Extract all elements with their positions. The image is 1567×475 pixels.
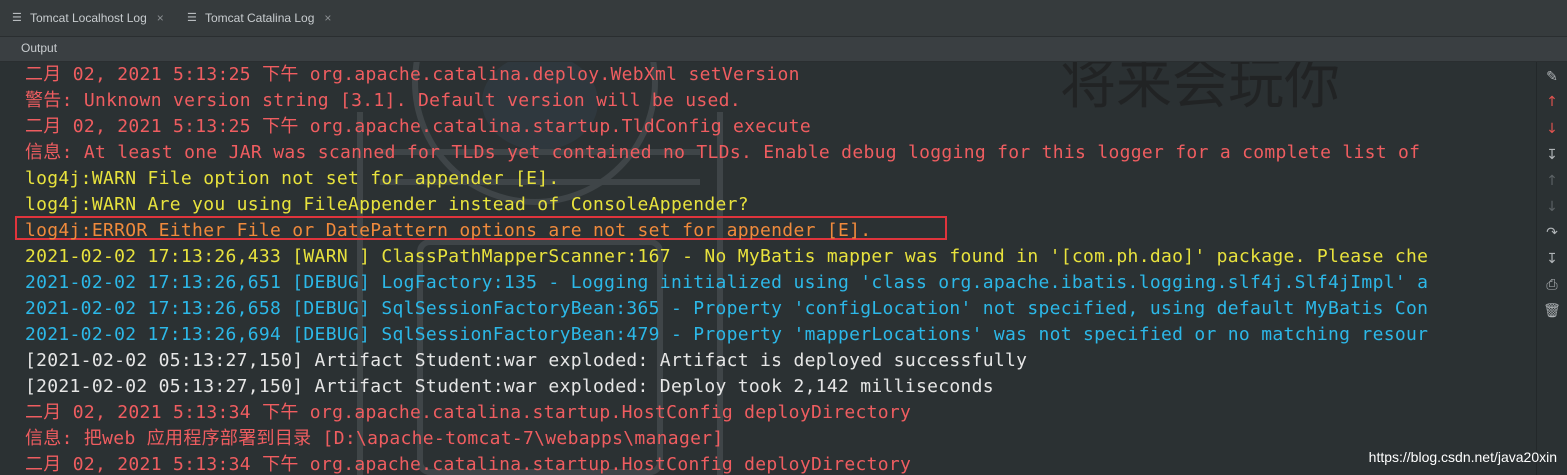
- log-line: 二月 02, 2021 5:13:34 下午 org.apache.catali…: [25, 402, 912, 423]
- down-stack-icon[interactable]: ↓: [1543, 198, 1561, 216]
- clear-all-icon[interactable]: ✎: [1543, 68, 1561, 86]
- scroll-to-end-icon[interactable]: ↧: [1543, 146, 1561, 164]
- watermark: https://blog.csdn.net/java20xin: [1368, 449, 1557, 465]
- soft-wrap-icon[interactable]: ↷: [1543, 224, 1561, 242]
- log-line: [2021-02-02 05:13:27,150] Artifact Stude…: [25, 376, 994, 397]
- tab-bar: ☰ Tomcat Localhost Log × ☰ Tomcat Catali…: [0, 0, 1567, 37]
- log-line: [2021-02-02 05:13:27,150] Artifact Stude…: [25, 350, 1028, 371]
- log-line: 信息: At least one JAR was scanned for TLD…: [25, 142, 1421, 163]
- tab-label: Tomcat Catalina Log: [205, 11, 315, 25]
- log-line: 2021-02-02 17:13:26,651 [DEBUG] LogFacto…: [25, 272, 1429, 293]
- log-line: 警告: Unknown version string [3.1]. Defaul…: [25, 90, 741, 111]
- console-output[interactable]: 将来会玩你 二月 02, 2021 5:13:25 下午 org.apache.…: [0, 62, 1536, 475]
- tab-label: Tomcat Localhost Log: [30, 11, 147, 25]
- output-header: Output: [0, 37, 1567, 62]
- close-icon[interactable]: ×: [324, 11, 331, 25]
- log-line: 二月 02, 2021 5:13:25 下午 org.apache.catali…: [25, 64, 800, 85]
- output-label: Output: [21, 41, 58, 55]
- background-art-text: 将来会玩你: [1060, 62, 1340, 117]
- log-line: 二月 02, 2021 5:13:34 下午 org.apache.catali…: [25, 454, 912, 475]
- log-line: log4j:WARN File option not set for appen…: [25, 168, 560, 189]
- log-line: 2021-02-02 17:13:26,694 [DEBUG] SqlSessi…: [25, 324, 1429, 345]
- console-toolbar: ✎ ↑ ↓ ↧ ↑ ↓ ↷ ↧ ⎙ 🗑: [1536, 62, 1567, 475]
- log-line: log4j:ERROR Either File or DatePattern o…: [25, 220, 872, 241]
- log-tab-icon: ☰: [187, 12, 197, 24]
- log-line: 二月 02, 2021 5:13:25 下午 org.apache.catali…: [25, 116, 811, 137]
- tab-tomcat-localhost-log[interactable]: ☰ Tomcat Localhost Log ×: [12, 0, 164, 36]
- scroll-to-end-alt-icon[interactable]: ↧: [1543, 250, 1561, 268]
- log-tab-icon: ☰: [12, 12, 22, 24]
- log-line: log4j:WARN Are you using FileAppender in…: [25, 194, 749, 215]
- down-arrow-icon[interactable]: ↓: [1543, 120, 1561, 138]
- tab-tomcat-catalina-log[interactable]: ☰ Tomcat Catalina Log ×: [187, 0, 331, 36]
- print-icon[interactable]: ⎙: [1543, 276, 1561, 294]
- log-line: 2021-02-02 17:13:26,433 [WARN ] ClassPat…: [25, 246, 1429, 267]
- close-icon[interactable]: ×: [157, 11, 164, 25]
- log-line: 信息: 把web 应用程序部署到目录 [D:\apache-tomcat-7\w…: [25, 428, 724, 449]
- up-stack-icon[interactable]: ↑: [1543, 172, 1561, 190]
- log-line: 2021-02-02 17:13:26,658 [DEBUG] SqlSessi…: [25, 298, 1429, 319]
- delete-icon[interactable]: 🗑: [1543, 302, 1561, 320]
- up-arrow-icon[interactable]: ↑: [1543, 93, 1561, 111]
